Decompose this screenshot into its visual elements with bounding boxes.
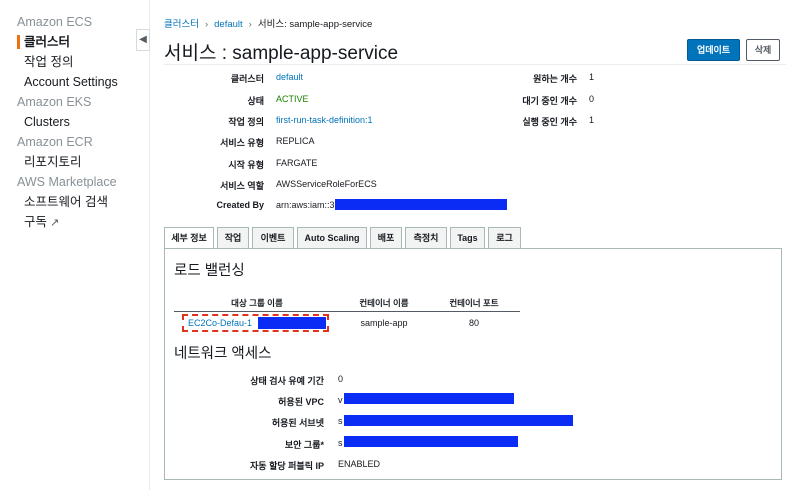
network-value-security-groups: s — [338, 438, 343, 448]
detail-label-cluster: 클러스터 — [230, 74, 264, 84]
chevron-right-icon: › — [204, 19, 209, 30]
load-balancing-title: 로드 밸런싱 — [174, 263, 245, 279]
detail-value-desired-count: 1 — [589, 72, 595, 82]
table-header-divider — [174, 311, 520, 312]
column-header-target-group: 대상 그룹 이름 — [231, 298, 283, 308]
sidebar-item-task-definitions[interactable]: 작업 정의 — [0, 52, 150, 72]
detail-label-running-count: 실행 중인 개수 — [522, 117, 577, 127]
network-access-title: 네트워크 액세스 — [174, 346, 272, 362]
column-header-container-name: 컨테이너 이름 — [359, 298, 409, 308]
detail-label-service-type: 서비스 유형 — [220, 138, 264, 148]
network-label-public-ip: 자동 할당 퍼블릭 IP — [250, 461, 324, 471]
breadcrumb-default[interactable]: default — [214, 19, 243, 30]
detail-value-created-by: arn:aws:iam::3 — [276, 200, 335, 210]
chevron-left-icon: ◀ — [139, 34, 147, 45]
sidebar-item-subscriptions[interactable]: 구독 ↗ — [0, 212, 150, 232]
detail-value-service-role: AWSServiceRoleForECS — [276, 179, 377, 189]
sidebar-item-clusters[interactable]: 클러스터 — [0, 32, 150, 52]
sidebar-item-software-search[interactable]: 소프트웨어 검색 — [0, 192, 150, 212]
detail-value-running-count: 1 — [589, 115, 595, 125]
detail-value-task-definition[interactable]: first-run-task-definition:1 — [276, 115, 373, 125]
target-group-link[interactable]: EC2Co-Defau-1 — [188, 318, 252, 328]
detail-label-desired-count: 원하는 개수 — [533, 74, 577, 84]
sidebar-section-marketplace: AWS Marketplace — [17, 175, 117, 189]
sidebar-item-eks-clusters[interactable]: Clusters — [0, 112, 150, 132]
redaction-security-groups — [344, 436, 518, 447]
container-port-cell: 80 — [468, 318, 479, 328]
redaction-created-by — [335, 199, 507, 210]
sidebar-section-ecr: Amazon ECR — [17, 135, 93, 149]
detail-value-pending-count: 0 — [589, 94, 595, 104]
sidebar-item-account-settings[interactable]: Account Settings — [0, 72, 150, 92]
breadcrumb: 클러스터 › default › 서비스: sample-app-service — [164, 16, 372, 30]
detail-label-pending-count: 대기 중인 개수 — [522, 96, 577, 106]
chevron-right-icon: › — [248, 19, 252, 30]
tab-auto-scaling[interactable]: Auto Scaling — [297, 227, 367, 248]
network-value-grace-period: 0 — [338, 374, 344, 384]
sidebar-item-subscriptions-label: 구독 — [24, 215, 48, 229]
breadcrumb-current: 서비스: sample-app-service — [257, 19, 373, 30]
detail-value-launch-type: FARGATE — [276, 158, 318, 168]
network-label-security-groups: 보안 그룹* — [284, 440, 324, 450]
detail-value-service-type: REPLICA — [276, 136, 315, 146]
title-divider — [164, 64, 786, 65]
page-title: 서비스 : sample-app-service — [164, 43, 399, 64]
external-link-icon: ↗ — [50, 217, 60, 229]
detail-label-task-definition: 작업 정의 — [228, 117, 264, 127]
delete-button[interactable]: 삭제 — [746, 39, 780, 61]
detail-label-launch-type: 시작 유형 — [228, 160, 264, 170]
detail-label-created-by: Created By — [216, 200, 264, 210]
detail-label-status: 상태 — [247, 96, 264, 106]
tab-events[interactable]: 이벤트 — [252, 227, 294, 248]
container-name-cell: sample-app — [360, 318, 408, 328]
network-label-grace-period: 상태 검사 유예 기간 — [250, 376, 324, 386]
network-value-subnets: s — [338, 416, 343, 426]
tab-metrics[interactable]: 측정치 — [405, 227, 447, 248]
tab-tasks[interactable]: 작업 — [217, 227, 249, 248]
detail-value-cluster[interactable]: default — [276, 72, 303, 82]
breadcrumb-clusters[interactable]: 클러스터 — [164, 19, 199, 30]
sidebar-section-eks: Amazon EKS — [17, 95, 92, 109]
sidebar-section-ecs: Amazon ECS — [17, 15, 93, 29]
sidebar: Amazon ECS 클러스터 작업 정의 Account Settings A… — [0, 0, 150, 490]
network-value-public-ip: ENABLED — [338, 459, 381, 469]
redaction-subnets — [344, 415, 573, 426]
tab-logs[interactable]: 로그 — [488, 227, 521, 248]
tab-tags[interactable]: Tags — [450, 227, 485, 248]
sidebar-item-repositories[interactable]: 리포지토리 — [0, 152, 150, 172]
tab-details[interactable]: 세부 정보 — [164, 227, 214, 249]
detail-label-service-role: 서비스 역할 — [220, 181, 264, 191]
network-label-vpc: 허용된 VPC — [278, 397, 324, 407]
detail-value-status: ACTIVE — [276, 94, 309, 104]
collapse-sidebar-button[interactable]: ◀ — [136, 29, 150, 51]
column-header-container-port: 컨테이너 포트 — [449, 298, 499, 308]
tab-deployments[interactable]: 배포 — [370, 227, 402, 248]
redaction-target-group — [258, 317, 326, 329]
network-label-subnets: 허용된 서브넷 — [271, 418, 324, 428]
update-button[interactable]: 업데이트 — [687, 39, 740, 61]
main-content: 클러스터 › default › 서비스: sample-app-service 서비스… — [164, 0, 786, 490]
network-value-vpc: v — [338, 395, 343, 405]
redaction-vpc — [344, 393, 514, 404]
